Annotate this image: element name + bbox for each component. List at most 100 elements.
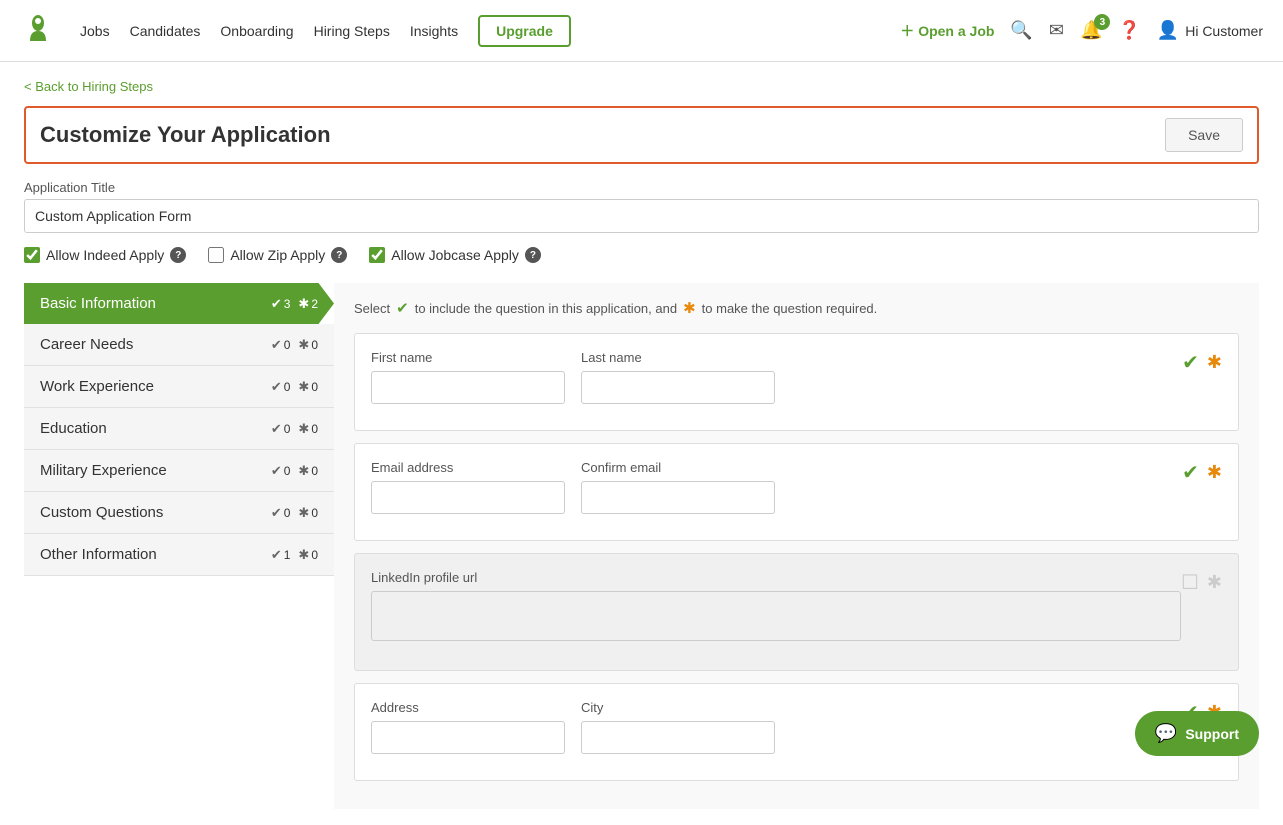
sidebar-item-counts: ✔ 3 ✱ 2 (271, 296, 318, 312)
email-check-toggle[interactable]: ✔ (1182, 460, 1199, 485)
star-count: ✱ 2 (298, 296, 318, 312)
question-card-address: Address City ✔ ✱ (354, 683, 1239, 781)
name-question-actions: ✔ ✱ (1182, 350, 1222, 375)
logo[interactable] (20, 13, 56, 49)
star-icon: ✱ (298, 463, 309, 479)
support-button[interactable]: 💬 Support (1135, 711, 1259, 756)
question-header-name: First name Last name ✔ ✱ (371, 350, 1222, 404)
instruction-star-icon: ✱ (683, 299, 696, 317)
sidebar-item-career-needs[interactable]: Career Needs ✔ 0 ✱ 0 (24, 324, 334, 366)
nav-insights[interactable]: Insights (410, 23, 458, 39)
nav-onboarding[interactable]: Onboarding (220, 23, 293, 39)
question-fields-email: Email address Confirm email (371, 460, 775, 514)
confirm-email-label: Confirm email (581, 460, 775, 475)
instruction-text2: to include the question in this applicat… (415, 301, 677, 316)
messages-icon[interactable]: ✉ (1049, 20, 1064, 41)
city-label: City (581, 700, 775, 715)
application-title-label: Application Title (24, 180, 1259, 195)
notification-badge: 3 (1094, 14, 1110, 30)
support-bubble-icon: 💬 (1155, 723, 1177, 744)
linkedin-question-actions: ☐ ✱ (1181, 570, 1222, 595)
zip-help-icon[interactable]: ? (331, 247, 347, 263)
star-icon: ✱ (298, 547, 309, 563)
question-fields-name: First name Last name (371, 350, 775, 404)
question-card-email: Email address Confirm email ✔ ✱ (354, 443, 1239, 541)
name-check-toggle[interactable]: ✔ (1182, 350, 1199, 375)
star-icon: ✱ (298, 379, 309, 395)
indeed-help-icon[interactable]: ? (170, 247, 186, 263)
linkedin-label: LinkedIn profile url (371, 570, 1181, 585)
check-count: ✔ 3 (271, 296, 291, 312)
back-to-hiring-steps-link[interactable]: < Back to Hiring Steps (24, 79, 153, 94)
first-name-field: First name (371, 350, 565, 404)
help-icon[interactable]: ❓ (1118, 20, 1140, 41)
nav-jobs[interactable]: Jobs (80, 23, 110, 39)
sidebar-item-label: Work Experience (40, 378, 154, 395)
question-card-linkedin: LinkedIn profile url ☐ ✱ (354, 553, 1239, 671)
sidebar: Basic Information ✔ 3 ✱ 2 Career Needs (24, 283, 334, 809)
sidebar-item-other-information[interactable]: Other Information ✔ 1 ✱ 0 (24, 534, 334, 576)
linkedin-field: LinkedIn profile url (371, 570, 1181, 644)
star-icon: ✱ (298, 505, 309, 521)
check-icon: ✔ (271, 337, 282, 353)
main-content: < Back to Hiring Steps Customize Your Ap… (0, 62, 1283, 825)
email-star-toggle[interactable]: ✱ (1207, 462, 1222, 483)
sidebar-item-education[interactable]: Education ✔ 0 ✱ 0 (24, 408, 334, 450)
last-name-input[interactable] (581, 371, 775, 404)
question-card-name: First name Last name ✔ ✱ (354, 333, 1239, 431)
check-icon: ✔ (271, 547, 282, 563)
question-fields-address: Address City (371, 700, 775, 754)
check-icon: ✔ (271, 379, 282, 395)
email-input[interactable] (371, 481, 565, 514)
check-icon: ✔ (271, 421, 282, 437)
upgrade-button[interactable]: Upgrade (478, 15, 571, 47)
questions-panel: Select ✔ to include the question in this… (334, 283, 1259, 809)
city-field: City (581, 700, 775, 754)
address-input[interactable] (371, 721, 565, 754)
content-layout: Basic Information ✔ 3 ✱ 2 Career Needs (24, 283, 1259, 809)
confirm-email-field: Confirm email (581, 460, 775, 514)
instruction-row: Select ✔ to include the question in this… (354, 299, 1239, 317)
question-header-address: Address City ✔ ✱ (371, 700, 1222, 754)
save-button[interactable]: Save (1165, 118, 1243, 152)
sidebar-item-label: Basic Information (40, 295, 156, 312)
email-label: Email address (371, 460, 565, 475)
sidebar-item-custom-questions[interactable]: Custom Questions ✔ 0 ✱ 0 (24, 492, 334, 534)
sidebar-item-label: Custom Questions (40, 504, 163, 521)
open-job-button[interactable]: ＋ Open a Job (900, 21, 994, 41)
linkedin-star-toggle[interactable]: ✱ (1207, 572, 1222, 593)
indeed-apply-checkbox[interactable] (24, 247, 40, 263)
last-name-field: Last name (581, 350, 775, 404)
last-name-label: Last name (581, 350, 775, 365)
page-header: Customize Your Application Save (24, 106, 1259, 164)
email-field: Email address (371, 460, 565, 514)
nav-hiring-steps[interactable]: Hiring Steps (314, 23, 390, 39)
first-name-label: First name (371, 350, 565, 365)
check-icon: ✔ (271, 505, 282, 521)
notifications-icon[interactable]: 🔔 3 (1080, 20, 1102, 41)
confirm-email-input[interactable] (581, 481, 775, 514)
star-icon: ✱ (298, 421, 309, 437)
name-star-toggle[interactable]: ✱ (1207, 352, 1222, 373)
nav-candidates[interactable]: Candidates (130, 23, 201, 39)
plus-icon: ＋ (900, 21, 914, 41)
city-input[interactable] (581, 721, 775, 754)
sidebar-item-military-experience[interactable]: Military Experience ✔ 0 ✱ 0 (24, 450, 334, 492)
support-label: Support (1185, 726, 1239, 742)
sidebar-item-counts: ✔ 0 ✱ 0 (271, 337, 318, 353)
application-title-input[interactable] (24, 199, 1259, 233)
jobcase-help-icon[interactable]: ? (525, 247, 541, 263)
page-title: Customize Your Application (40, 122, 331, 148)
search-icon[interactable]: 🔍 (1010, 20, 1032, 41)
sidebar-item-work-experience[interactable]: Work Experience ✔ 0 ✱ 0 (24, 366, 334, 408)
zip-apply-checkbox[interactable] (208, 247, 224, 263)
star-icon: ✱ (298, 337, 309, 353)
sidebar-item-basic-information[interactable]: Basic Information ✔ 3 ✱ 2 (24, 283, 334, 324)
linkedin-check-toggle[interactable]: ☐ (1181, 570, 1199, 595)
jobcase-apply-checkbox[interactable] (369, 247, 385, 263)
instruction-text1: Select (354, 301, 390, 316)
address-field: Address (371, 700, 565, 754)
first-name-input[interactable] (371, 371, 565, 404)
jobcase-apply-option: Allow Jobcase Apply ? (369, 247, 541, 263)
linkedin-textarea[interactable] (371, 591, 1181, 641)
